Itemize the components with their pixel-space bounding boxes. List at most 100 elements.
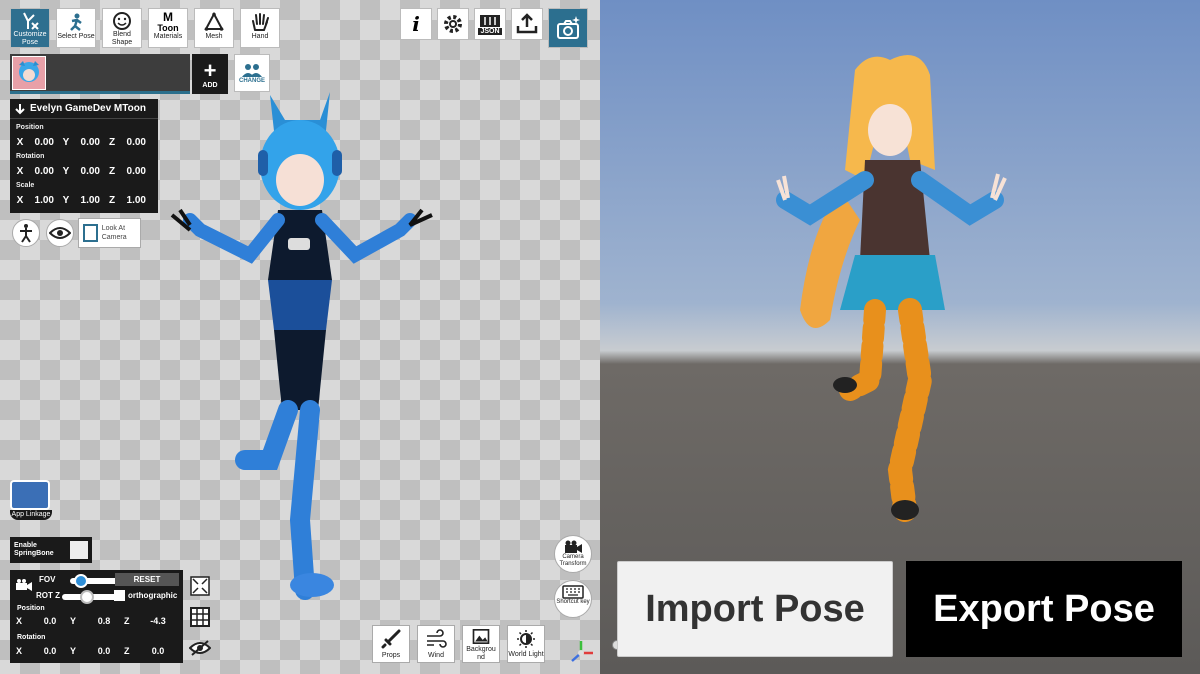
- customize-pose-icon: [19, 11, 41, 31]
- axis-z-label: Z: [124, 646, 130, 656]
- eye-view-button[interactable]: [46, 219, 74, 247]
- character-model-orange[interactable]: [770, 50, 1030, 530]
- axis-x-label: X: [16, 136, 24, 148]
- axis-y-label: Y: [70, 646, 77, 656]
- scale-x-field[interactable]: 1.00: [26, 195, 56, 206]
- camera-transform-button[interactable]: Camera Transform: [554, 535, 592, 573]
- camera-rotation-x-field[interactable]: 0.0: [30, 646, 70, 656]
- rotation-z-field[interactable]: 0.00: [118, 166, 148, 177]
- screenshot-button[interactable]: [548, 8, 588, 48]
- shortcut-key-button[interactable]: Shortcut key: [554, 580, 592, 618]
- props-button[interactable]: Props: [372, 625, 410, 663]
- rotz-slider-handle[interactable]: [80, 590, 94, 604]
- select-pose-label: Select Pose: [57, 33, 95, 40]
- axis-y-label: Y: [62, 165, 70, 177]
- upload-icon: [516, 13, 538, 34]
- body-ik-icon: [20, 224, 32, 243]
- pose-editor-viewport[interactable]: Customize Pose Select Pose Blend Shape M…: [0, 0, 600, 674]
- export-upload-button[interactable]: [511, 8, 543, 40]
- hand-button[interactable]: Hand: [240, 8, 280, 48]
- full-body-button[interactable]: [12, 219, 40, 247]
- materials-toon-label: Toon: [157, 23, 179, 33]
- materials-label: Materials: [153, 33, 183, 40]
- springbone-checkbox[interactable]: [70, 541, 88, 559]
- position-z-field[interactable]: 0.00: [118, 137, 148, 148]
- camera-rotation-y-field[interactable]: 0.0: [84, 646, 124, 656]
- springbone-label: Enable SpringBone: [14, 542, 54, 557]
- import-pose-label: Import Pose: [645, 587, 865, 630]
- reset-label: RESET: [133, 575, 161, 584]
- eye-off-icon: [189, 640, 211, 656]
- position-x-field[interactable]: 0.00: [26, 137, 56, 148]
- rotz-slider[interactable]: [62, 590, 120, 604]
- wind-label: Wind: [428, 652, 444, 659]
- rotation-label: Rotation: [16, 153, 45, 160]
- look-at-camera-checkbox[interactable]: [83, 224, 98, 242]
- materials-m-label: M: [163, 10, 173, 24]
- smiley-icon: [111, 11, 133, 31]
- image-icon: [472, 629, 490, 644]
- app-linkage-icon: [10, 480, 50, 510]
- materials-button[interactable]: M Toon Materials: [148, 8, 188, 48]
- fov-slider[interactable]: [70, 574, 120, 588]
- springbone-toggle[interactable]: Enable SpringBone: [10, 537, 92, 563]
- rotation-x-field[interactable]: 0.00: [26, 166, 56, 177]
- background-button[interactable]: Backgrou nd: [462, 625, 500, 663]
- mesh-label: Mesh: [205, 33, 223, 40]
- app-linkage-label: App Linkage: [10, 510, 52, 520]
- camera-rotation-z-field[interactable]: 0.0: [138, 646, 178, 656]
- mesh-button[interactable]: Mesh: [194, 8, 234, 48]
- look-at-camera-toggle[interactable]: Look At Camera: [78, 218, 141, 248]
- rotation-y-field[interactable]: 0.00: [72, 166, 102, 177]
- import-pose-button[interactable]: Import Pose: [617, 561, 893, 657]
- blend-shape-button[interactable]: Blend Shape: [102, 8, 142, 48]
- position-y-field[interactable]: 0.00: [72, 137, 102, 148]
- select-pose-button[interactable]: Select Pose: [56, 8, 96, 48]
- transform-panel: Evelyn GameDev MToon Position X 0.00 Y 0…: [10, 99, 158, 213]
- gear-icon: [444, 15, 462, 33]
- hide-ui-button[interactable]: [188, 636, 212, 660]
- model-name: Evelyn GameDev MToon: [30, 103, 146, 114]
- world-light-label: World Light: [508, 651, 544, 658]
- expand-icon: [190, 576, 210, 596]
- sword-icon: [381, 629, 401, 649]
- axis-gizmo-icon: [571, 641, 593, 662]
- info-button[interactable]: i: [400, 8, 432, 40]
- axis-z-label: Z: [108, 136, 116, 148]
- eye-icon: [49, 227, 71, 239]
- customize-pose-label: Customize Pose: [13, 31, 47, 46]
- json-button[interactable]: JSON: [474, 8, 506, 40]
- scale-y-field[interactable]: 1.00: [72, 195, 102, 206]
- axis-z-label: Z: [108, 194, 116, 206]
- axis-z-label: Z: [108, 165, 116, 177]
- fov-slider-handle[interactable]: [74, 574, 88, 588]
- orthographic-checkbox[interactable]: [114, 590, 125, 601]
- reset-button[interactable]: RESET: [115, 573, 179, 586]
- grid-toggle-button[interactable]: [188, 605, 212, 629]
- axis-x-label: X: [16, 165, 24, 177]
- export-pose-button[interactable]: Export Pose: [906, 561, 1182, 657]
- scale-z-field[interactable]: 1.00: [118, 195, 148, 206]
- avatar[interactable]: [12, 56, 46, 90]
- camera-position-label: Position: [17, 605, 45, 612]
- world-light-button[interactable]: World Light: [507, 625, 545, 663]
- camera-position-row: X 0.0 Y 0.8 Z -4.3: [10, 616, 183, 626]
- camera-position-y-field[interactable]: 0.8: [84, 616, 124, 626]
- axis-x-label: X: [16, 616, 23, 626]
- pose-figure-icon: [65, 11, 87, 33]
- customize-pose-button[interactable]: Customize Pose: [10, 8, 50, 48]
- wind-button[interactable]: Wind: [417, 625, 455, 663]
- character-model-blue[interactable]: [160, 80, 450, 610]
- camera-panel: FOV RESET ROT Z orthographic Position X …: [10, 570, 183, 663]
- settings-button[interactable]: [437, 8, 469, 40]
- camera-position-x-field[interactable]: 0.0: [30, 616, 70, 626]
- orthographic-label: orthographic: [128, 591, 178, 600]
- arrow-down-icon: [15, 103, 25, 114]
- axis-z-label: Z: [124, 616, 130, 626]
- keyboard-icon: [562, 585, 584, 599]
- app-linkage-button[interactable]: App Linkage: [10, 480, 52, 530]
- camera-position-z-field[interactable]: -4.3: [138, 616, 178, 626]
- video-camera-icon: [16, 579, 32, 591]
- props-label: Props: [381, 652, 401, 659]
- fit-view-button[interactable]: [188, 574, 212, 598]
